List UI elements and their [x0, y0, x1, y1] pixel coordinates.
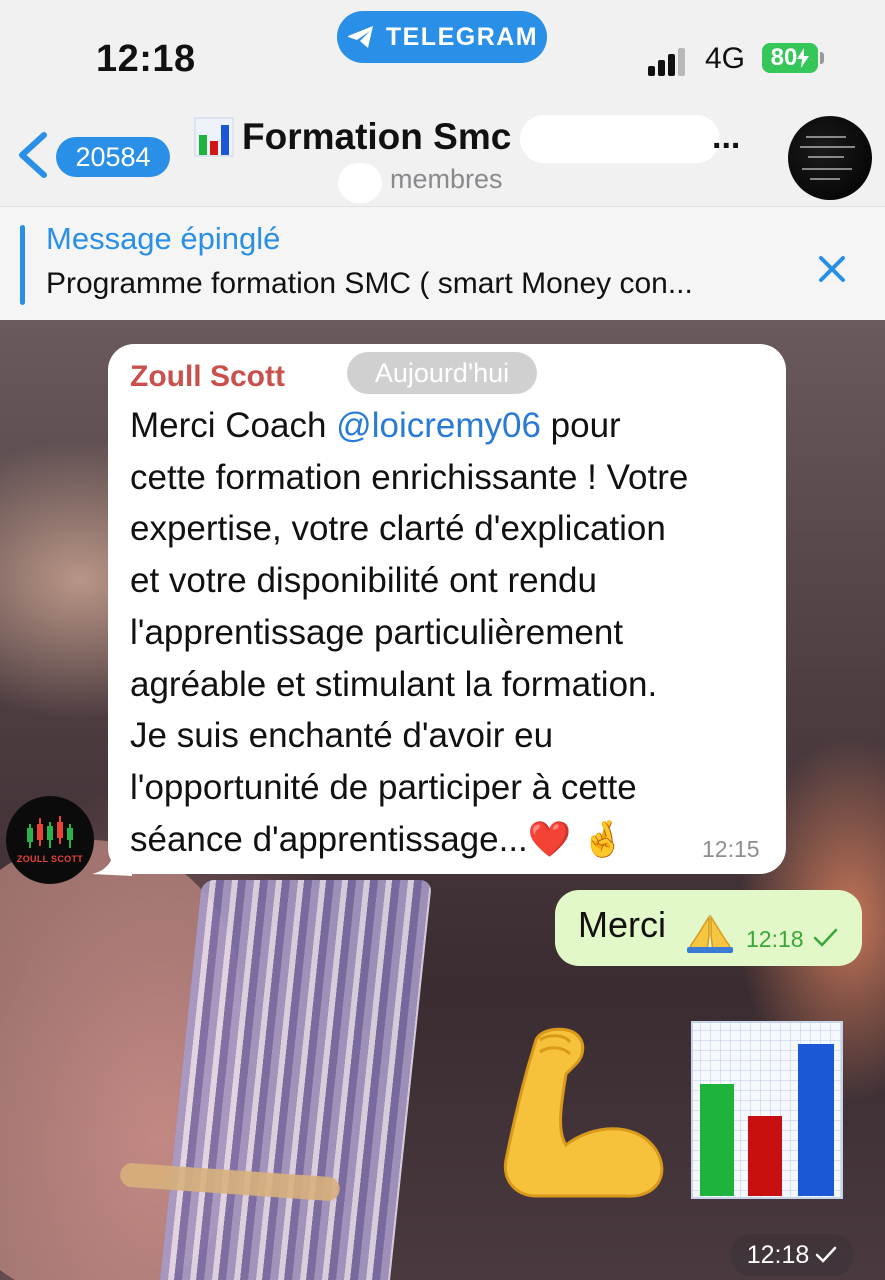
- chat-title: Formation Smc: [242, 116, 512, 157]
- battery-icon: 80: [762, 43, 818, 73]
- unread-count-badge[interactable]: 20584: [56, 137, 170, 177]
- flexed-biceps-emoji-icon[interactable]: [496, 1020, 666, 1200]
- message-line: l'opportunité de participer à cette: [130, 767, 637, 807]
- sender-name[interactable]: Zoull Scott: [130, 360, 285, 394]
- pinned-label: Message épinglé: [46, 221, 281, 256]
- pinned-indicator: [20, 225, 25, 305]
- chat-subtitle: membres: [390, 164, 503, 194]
- message-line: l'apprentissage particulièrement: [130, 612, 624, 652]
- message-line: Merci Coach @loicremy06 pour: [130, 406, 621, 445]
- back-chevron-icon[interactable]: [14, 130, 54, 180]
- wallpaper-banknotes: [157, 880, 433, 1280]
- telegram-plane-icon: [347, 26, 373, 48]
- network-type: 4G: [705, 42, 746, 75]
- pinned-text: Programme formation SMC ( smart Money co…: [46, 267, 693, 300]
- telegram-pill-label: TELEGRAM: [385, 22, 539, 51]
- status-time: 12:18: [96, 38, 196, 80]
- sent-check-icon: [816, 1246, 837, 1263]
- outgoing-message-time: 12:18: [746, 926, 804, 952]
- heart-crossed-fingers-emoji: ❤️ 🤞: [527, 819, 625, 859]
- bar-chart-emoji-icon: [194, 117, 234, 157]
- message-line: expertise, votre clarté d'explication: [130, 509, 666, 549]
- folded-hands-emoji-icon: [687, 914, 733, 953]
- redacted-title-part: [520, 115, 720, 163]
- message-line: séance d'apprentissage...❤️ 🤞: [130, 819, 625, 859]
- sticker-time: 12:18: [746, 1240, 810, 1269]
- message-line: et votre disponibilité ont rendu: [130, 561, 597, 601]
- charging-bolt-icon: [797, 48, 810, 68]
- outgoing-message-text: Merci: [578, 904, 666, 945]
- battery-nub: [820, 52, 824, 64]
- sticker-time-pill: 12:18: [730, 1234, 854, 1276]
- pinned-message-bar[interactable]: Message épinglé Programme formation SMC …: [0, 206, 885, 321]
- bar-chart-sticker-icon[interactable]: [690, 1020, 844, 1200]
- top-bar: 12:18 TELEGRAM 4G 80 20584 Formation Smc…: [0, 0, 885, 206]
- group-avatar[interactable]: [788, 116, 872, 200]
- incoming-message-time: 12:15: [702, 836, 760, 862]
- telegram-app-pill[interactable]: TELEGRAM: [337, 11, 547, 63]
- redacted-member-count: [338, 163, 382, 203]
- sender-avatar[interactable]: ZOULL SCOTT: [6, 796, 94, 884]
- signal-icon: [648, 44, 692, 76]
- close-icon[interactable]: [814, 251, 850, 287]
- incoming-message-text: Merci Coach @loicremy06 pour cette forma…: [130, 400, 770, 865]
- title-ellipsis: ...: [712, 118, 741, 156]
- battery-level: 80: [770, 44, 798, 71]
- message-line: cette formation enrichissante ! Votre: [130, 457, 689, 497]
- date-chip: Aujourd'hui: [347, 352, 537, 394]
- user-mention-link[interactable]: @loicremy06: [336, 406, 541, 445]
- message-line: Je suis enchanté d'avoir eu: [130, 716, 554, 756]
- avatar-logo-text: ZOULL SCOTT: [16, 854, 84, 864]
- sent-check-icon: [813, 928, 838, 947]
- message-line: agréable et stimulant la formation.: [130, 664, 658, 704]
